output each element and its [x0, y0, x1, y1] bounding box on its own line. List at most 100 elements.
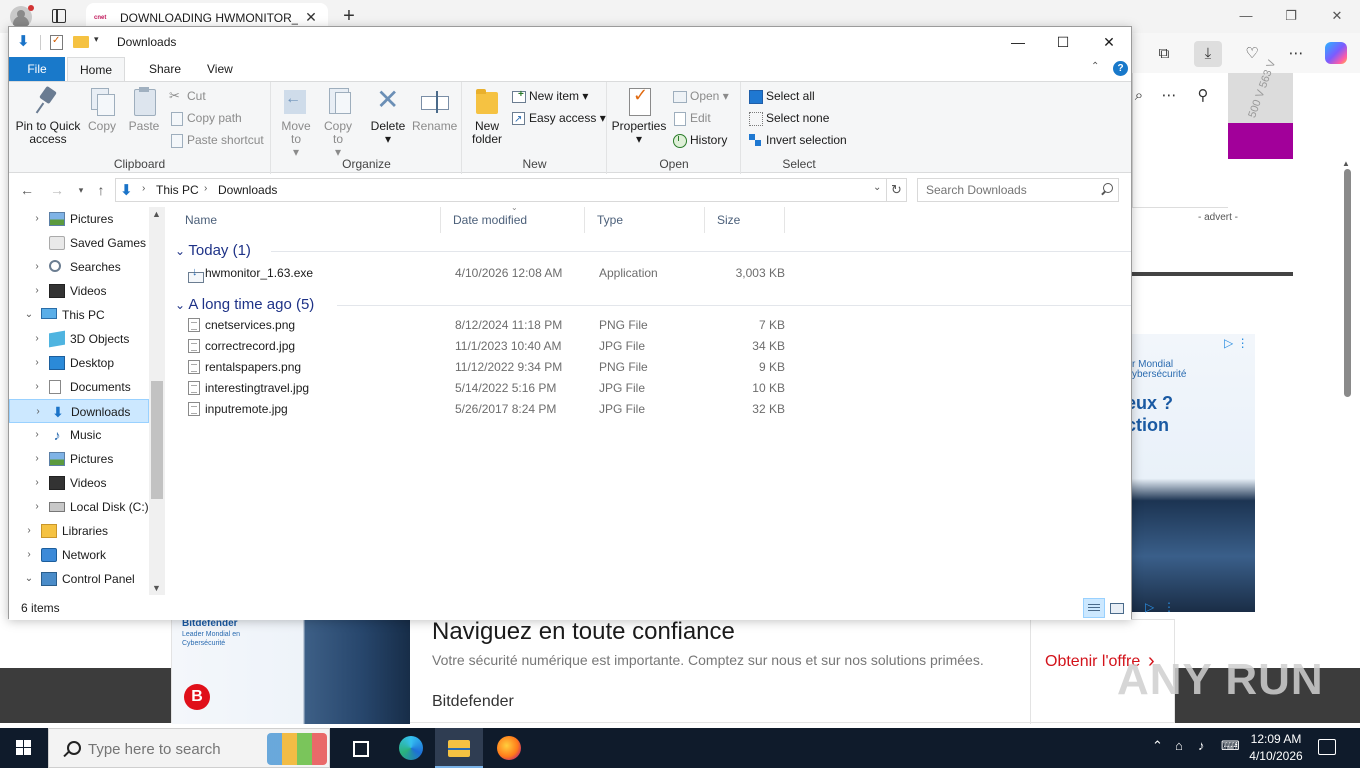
- browser-minimize-button[interactable]: —: [1234, 6, 1258, 26]
- nav-item-control-panel[interactable]: ⌄ Control Panel: [9, 567, 149, 591]
- chevron-down-icon[interactable]: ⌄: [873, 182, 881, 193]
- network-tray-icon[interactable]: ⌂: [1175, 738, 1183, 753]
- history-button[interactable]: History: [672, 130, 727, 150]
- performance-icon[interactable]: ♡: [1238, 41, 1266, 67]
- ad-title[interactable]: Naviguez en toute confiance: [432, 618, 735, 646]
- chevron-right-icon[interactable]: ›: [23, 543, 35, 567]
- explorer-maximize-button[interactable]: ☐: [1040, 27, 1086, 57]
- ad-choices-icon[interactable]: ▷: [1145, 600, 1154, 614]
- chevron-down-icon[interactable]: ⌄: [175, 298, 188, 312]
- edit-button[interactable]: Edit: [672, 108, 711, 128]
- pin-icon[interactable]: ⚲: [1189, 83, 1217, 109]
- notification-center-icon[interactable]: [1318, 739, 1336, 755]
- tab-home[interactable]: Home: [67, 57, 126, 81]
- nav-item-saved-games[interactable]: Saved Games: [9, 231, 149, 255]
- ribbon-minimize-icon[interactable]: ⌃: [1091, 61, 1099, 72]
- scroll-down-icon[interactable]: ▼: [152, 583, 161, 593]
- ad-menu-icon[interactable]: ⋮: [1163, 600, 1175, 614]
- nav-item-this-pc[interactable]: ⌄ This PC: [9, 303, 149, 327]
- nav-item-local-disk-c[interactable]: › Local Disk (C:): [9, 495, 149, 519]
- new-tab-button[interactable]: +: [338, 4, 360, 28]
- up-arrow-icon[interactable]: ↑: [91, 180, 111, 200]
- taskbar-search-input[interactable]: [88, 738, 268, 760]
- collections-icon[interactable]: ⧉: [1150, 41, 1178, 67]
- browser-close-button[interactable]: ✕: [1325, 6, 1349, 26]
- new-folder-button[interactable]: New folder: [467, 86, 507, 146]
- chevron-down-icon[interactable]: ⌄: [23, 303, 35, 327]
- file-row[interactable]: hwmonitor_1.63.exe 4/10/2026 12:08 AM Appl…: [183, 262, 785, 284]
- tab-share[interactable]: Share: [137, 57, 193, 81]
- file-row[interactable]: rentalspapers.png 11/12/2022 9:34 PM PNG F…: [183, 357, 785, 378]
- side-ad[interactable]: ▷ ⋮ r Mondial ybersécurité eux ? ction: [1132, 334, 1255, 612]
- column-header-type[interactable]: Type: [585, 207, 705, 233]
- chevron-down-icon[interactable]: ⌄: [23, 567, 35, 591]
- chevron-right-icon[interactable]: ›: [142, 183, 145, 194]
- paste-button[interactable]: Paste: [127, 86, 161, 133]
- task-view-icon[interactable]: [337, 728, 385, 768]
- address-bar[interactable]: ⬇ › This PC › Downloads ⌄: [115, 178, 887, 202]
- input-method-icon[interactable]: ⌨: [1221, 738, 1240, 754]
- easy-access-button[interactable]: Easy access ▾: [511, 108, 606, 130]
- nav-item-network[interactable]: › Network: [9, 543, 149, 567]
- bottom-ad-banner[interactable]: Bitdefender Leader Mondial en Cybersécur…: [171, 618, 1175, 724]
- invert-selection-button[interactable]: Invert selection: [748, 130, 847, 150]
- column-header-size[interactable]: Size: [705, 207, 785, 233]
- chevron-right-icon[interactable]: ›: [31, 279, 43, 303]
- page-scroll-thumb[interactable]: [1344, 169, 1351, 397]
- quick-access-dropdown-icon[interactable]: ▾: [94, 34, 99, 45]
- search-icon[interactable]: [1100, 183, 1113, 195]
- group-header[interactable]: ⌄ Today (1): [175, 241, 251, 261]
- file-row[interactable]: correctrecord.jpg 11/1/2023 10:40 AM JPG F…: [183, 336, 785, 357]
- copy-path-button[interactable]: Copy path: [169, 108, 242, 128]
- details-view-icon[interactable]: [1083, 598, 1105, 618]
- column-header-date-modified[interactable]: Date modified: [441, 207, 585, 233]
- chevron-down-icon[interactable]: ⌄: [175, 244, 188, 258]
- nav-item-pictures[interactable]: › Pictures: [9, 207, 149, 231]
- chevron-right-icon[interactable]: ›: [31, 375, 43, 399]
- chevron-right-icon[interactable]: ›: [31, 423, 43, 447]
- chevron-right-icon[interactable]: ›: [31, 255, 43, 279]
- cut-button[interactable]: Cut: [169, 86, 206, 106]
- tab-file[interactable]: File: [9, 57, 65, 81]
- copy-to-button[interactable]: Copy to ▾: [320, 86, 356, 159]
- taskbar-clock[interactable]: 12:09 AM 4/10/2026: [1246, 731, 1306, 765]
- search-highlight-icon[interactable]: [267, 733, 327, 765]
- nav-scroll-thumb[interactable]: [151, 381, 163, 499]
- forward-arrow-icon[interactable]: →: [47, 180, 67, 200]
- more-icon[interactable]: ⋯: [1282, 41, 1310, 67]
- page-scrollbar[interactable]: ▲ ▼: [1340, 159, 1354, 705]
- nav-item-libraries[interactable]: › Libraries: [9, 519, 149, 543]
- tab-close-icon[interactable]: ✕: [302, 8, 320, 26]
- file-row[interactable]: interestingtravel.jpg 5/14/2022 5:16 PM JP…: [183, 378, 785, 399]
- refresh-icon[interactable]: ↻: [887, 178, 907, 202]
- taskbar-search-box[interactable]: [48, 728, 330, 768]
- chevron-right-icon[interactable]: ›: [32, 400, 44, 424]
- volume-icon[interactable]: ♪: [1198, 738, 1205, 753]
- ad-choices-icon[interactable]: ▷ ⋮: [1224, 336, 1249, 350]
- copilot-icon[interactable]: [1325, 42, 1347, 64]
- large-icons-view-icon[interactable]: [1108, 600, 1124, 616]
- nav-item-desktop[interactable]: › Desktop: [9, 351, 149, 375]
- nav-item-3d-objects[interactable]: › 3D Objects: [9, 327, 149, 351]
- breadcrumb-this-pc[interactable]: This PC: [156, 183, 199, 197]
- edge-icon[interactable]: [387, 728, 435, 768]
- downloads-icon[interactable]: ⤓: [1194, 41, 1222, 67]
- search-input[interactable]: [918, 179, 1093, 201]
- more-icon[interactable]: ⋯: [1155, 83, 1183, 109]
- file-row[interactable]: cnetservices.png 8/12/2024 11:18 PM PNG Fi…: [183, 315, 785, 336]
- chevron-right-icon[interactable]: ›: [204, 183, 207, 194]
- chevron-right-icon[interactable]: ›: [31, 471, 43, 495]
- select-all-button[interactable]: Select all: [748, 86, 815, 106]
- move-to-button[interactable]: Move to▾: [278, 86, 314, 159]
- firefox-icon[interactable]: [485, 728, 533, 768]
- back-arrow-icon[interactable]: ←: [17, 180, 37, 200]
- quick-properties-icon[interactable]: [50, 35, 63, 50]
- file-explorer-icon[interactable]: [435, 728, 483, 768]
- recent-locations-icon[interactable]: ▾: [71, 180, 91, 200]
- nav-item-videos[interactable]: › Videos: [9, 279, 149, 303]
- tab-view[interactable]: View: [195, 57, 245, 81]
- nav-item-music[interactable]: › ♪ Music: [9, 423, 149, 447]
- nav-item-downloads[interactable]: › ⬇ Downloads: [9, 399, 149, 423]
- file-row[interactable]: inputremote.jpg 5/26/2017 8:24 PM JPG File…: [183, 399, 785, 420]
- column-header-name[interactable]: Name: [173, 207, 441, 233]
